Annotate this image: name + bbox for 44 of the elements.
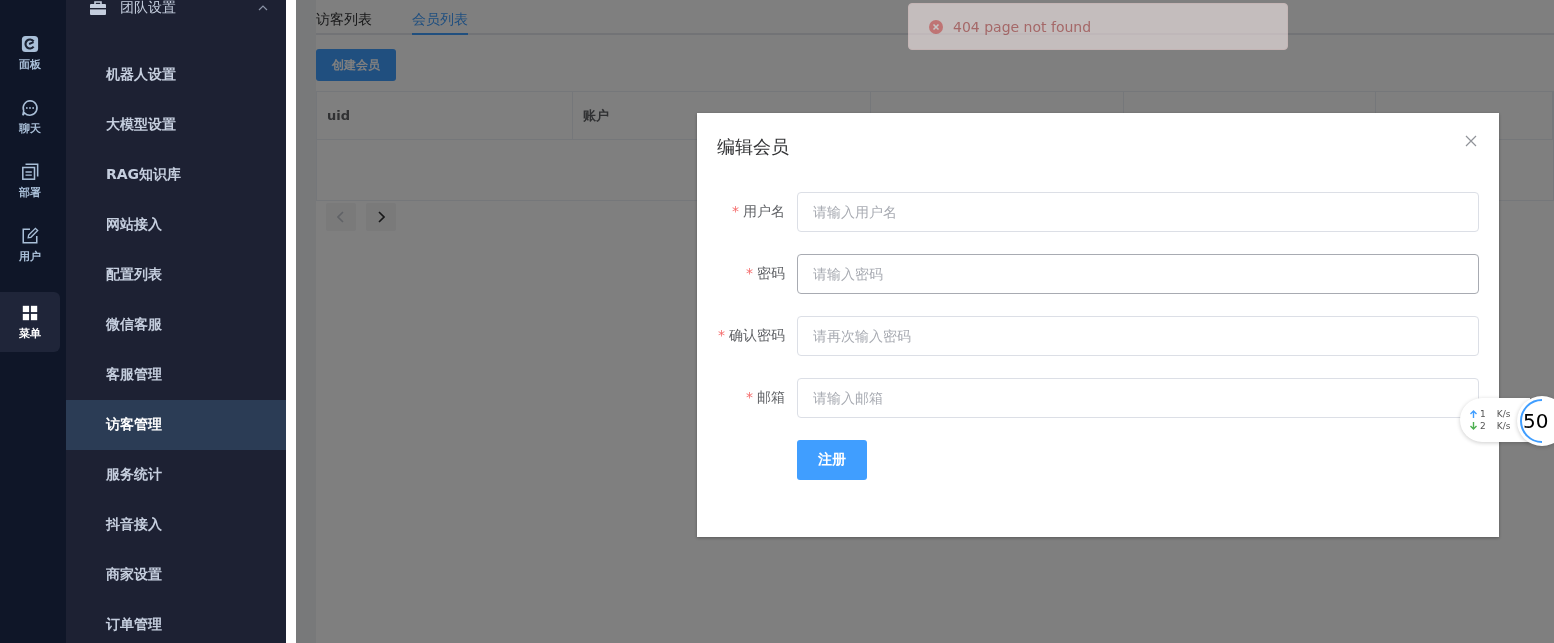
field-label: * 确认密码 [717,327,786,345]
upload-arrow-icon [1470,410,1477,418]
sidebar-item[interactable]: 访客管理 [66,400,286,450]
close-icon[interactable] [1465,135,1477,147]
rail-item[interactable]: 用户 [0,220,60,270]
next-page-button[interactable] [366,203,396,231]
sidebar-item[interactable]: 客服管理 [66,350,286,400]
chat-icon [21,98,39,117]
field-label: * 密码 [745,265,786,283]
error-icon [929,19,943,34]
sidebar-item[interactable]: 订单管理 [66,600,286,643]
dashboard-icon [21,34,39,53]
sidebar-item[interactable]: RAG知识库 [66,150,286,200]
upload-speed: 1 [1480,409,1486,419]
edit-icon [21,226,39,245]
upload-unit: K/s [1496,409,1511,419]
download-speed: 2 [1480,421,1486,431]
sidebar-item[interactable]: 机器人设置 [66,50,286,100]
rail-item[interactable]: 部署 [0,156,60,206]
sidebar-item[interactable]: 商家设置 [66,550,286,600]
rail-item[interactable]: 菜单 [0,292,60,352]
field-label: * 用户名 [731,203,786,221]
input-field[interactable]: 请输入密码 [797,254,1479,294]
dialog-title: 编辑会员 [717,135,789,159]
rail-item[interactable]: 面板 [0,28,60,78]
download-unit: K/s [1496,421,1511,431]
field-label: * 邮箱 [745,389,786,407]
sidebar-item[interactable]: 抖音接入 [66,500,286,550]
sidebar-item[interactable]: 微信客服 [66,300,286,350]
column-header: 账户 [583,106,609,125]
chevron-icon[interactable] [258,5,268,11]
sidebar-item[interactable]: 大模型设置 [66,100,286,150]
sidebar-item[interactable]: 配置列表 [66,250,286,300]
document-icon [21,162,39,181]
grid-icon [21,303,39,322]
toast-message: 404 page not found [953,18,1092,35]
menu-group-label[interactable]: 团队设置 [120,0,244,17]
download-arrow-icon [1470,422,1477,430]
usage-percent: 50 [1523,409,1549,433]
column-header: uid [327,108,351,123]
rail-item[interactable]: 聊天 [0,92,60,142]
sidebar-item[interactable]: 服务统计 [66,450,286,500]
tab[interactable]: 访客列表 [316,0,372,33]
sidebar-item[interactable]: 网站接入 [66,200,286,250]
